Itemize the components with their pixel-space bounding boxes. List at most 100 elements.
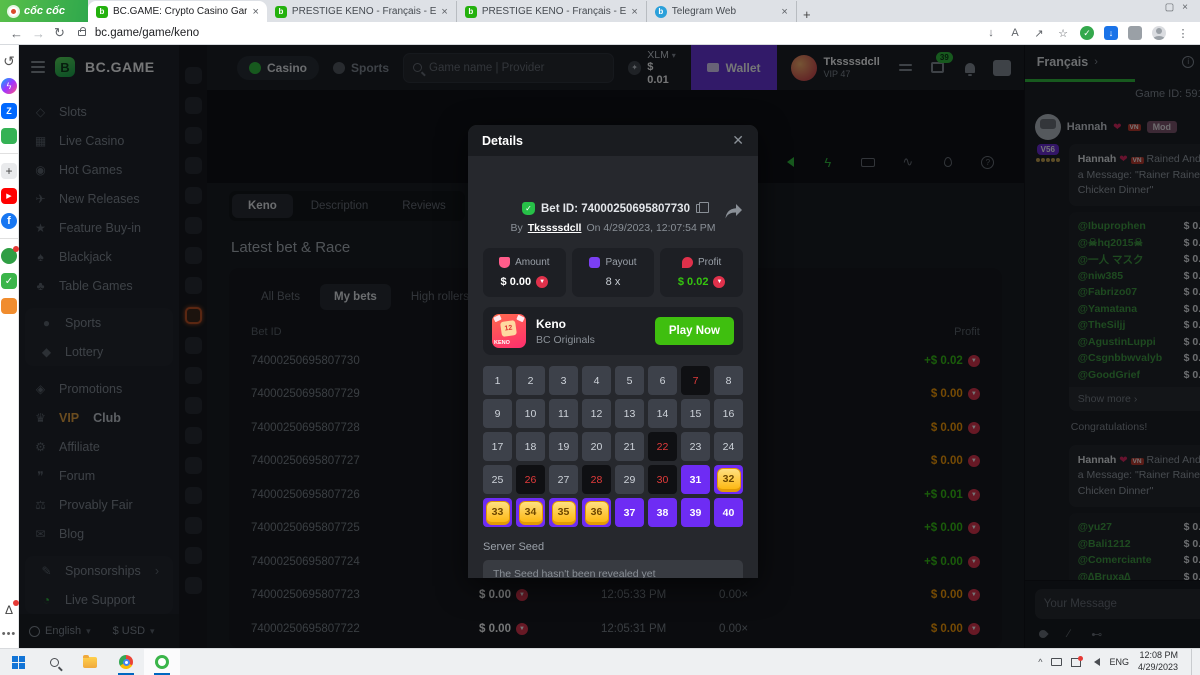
keno-tile: 29 bbox=[615, 465, 644, 494]
keno-tile-number: 12 bbox=[591, 408, 603, 420]
addressbar-icons: ↓ A ↗ ☆ ✓ ↓ ⋮ bbox=[984, 26, 1190, 40]
keno-tile: 17 bbox=[483, 432, 512, 461]
coccoc-sidebar-icon[interactable] bbox=[1, 298, 17, 314]
stat-label: Amount bbox=[515, 257, 549, 268]
stat-box: Amount $ 0.00 ▼ bbox=[483, 248, 566, 297]
tab-close-icon[interactable]: × bbox=[781, 6, 787, 18]
coccoc-sidebar-icon[interactable] bbox=[1, 248, 17, 264]
browser-tab[interactable]: b PRESTIGE KENO - Français - E × bbox=[267, 1, 457, 22]
profile-avatar-icon[interactable] bbox=[1152, 26, 1166, 40]
keno-tile-number: 1 bbox=[495, 375, 501, 387]
keno-tile-number: 31 bbox=[690, 474, 702, 486]
keno-tile-number: 9 bbox=[495, 408, 501, 420]
window-controls[interactable]: ▢× bbox=[1165, 2, 1196, 13]
coccoc-sidebar-icon[interactable]: ϟ bbox=[1, 78, 17, 94]
coccoc-sidebar-icon[interactable]: ✓ bbox=[1, 273, 17, 289]
browser-tab[interactable]: b PRESTIGE KENO - Français - E × bbox=[457, 1, 647, 22]
chrome-icon[interactable] bbox=[108, 649, 144, 675]
keno-tile: 2 bbox=[516, 366, 545, 395]
keno-tile-number: 32 bbox=[717, 468, 741, 492]
by-label: By bbox=[511, 222, 523, 234]
game-provider[interactable]: BC Originals bbox=[536, 334, 595, 346]
start-button[interactable] bbox=[0, 649, 36, 675]
taskbar-search-icon[interactable] bbox=[36, 649, 72, 675]
share-icon[interactable]: ↗ bbox=[1032, 26, 1046, 40]
coccoc-sidebar-icon[interactable] bbox=[0, 153, 18, 154]
stat-box: Profit $ 0.02 ▼ bbox=[660, 248, 743, 297]
translate-icon[interactable]: A bbox=[1008, 26, 1022, 40]
tab-close-icon[interactable]: × bbox=[631, 6, 637, 18]
keno-tile: 14 bbox=[648, 399, 677, 428]
keno-tile-number: 28 bbox=[591, 474, 603, 486]
play-now-button[interactable]: Play Now bbox=[655, 317, 734, 345]
coccoc-sidebar-icon[interactable]: ↺ bbox=[1, 53, 17, 69]
keno-tile-number: 27 bbox=[558, 474, 570, 486]
show-desktop-button[interactable] bbox=[1191, 649, 1196, 675]
file-explorer-icon[interactable] bbox=[72, 649, 108, 675]
keno-tile-number: 35 bbox=[552, 501, 576, 525]
network-icon[interactable] bbox=[1051, 658, 1062, 666]
system-tray: ^ ENG 12:08 PM 4/29/2023 bbox=[1038, 649, 1200, 675]
download-icon[interactable]: ↓ bbox=[984, 26, 998, 40]
keno-tile: 32 bbox=[714, 465, 743, 494]
new-tab-button[interactable]: + bbox=[797, 7, 817, 22]
bet-id-value: Bet ID: 74000250695807730 bbox=[541, 203, 690, 215]
keno-tile-number: 39 bbox=[690, 507, 702, 519]
lock-icon[interactable] bbox=[78, 30, 86, 36]
reload-icon[interactable]: ↻ bbox=[54, 25, 65, 41]
coccoc-sidebar-icon[interactable]: f bbox=[1, 213, 17, 229]
forward-icon[interactable]: → bbox=[32, 26, 45, 41]
extensions-puzzle-icon[interactable] bbox=[1128, 26, 1142, 40]
coccoc-sidebar: ↺ ϟ Z + ▶ f bbox=[0, 45, 19, 648]
keno-tile: 35 bbox=[549, 498, 578, 527]
keno-tile: 22 bbox=[648, 432, 677, 461]
coccoc-sidebar-icon[interactable]: Z bbox=[1, 103, 17, 119]
modal-close-icon[interactable]: ✕ bbox=[732, 132, 744, 149]
keno-tile: 7 bbox=[681, 366, 710, 395]
browser-tab[interactable]: b Telegram Web × bbox=[647, 1, 797, 22]
copy-icon[interactable] bbox=[696, 204, 704, 213]
coccoc-sidebar-icon[interactable] bbox=[0, 238, 18, 239]
tab-title: PRESTIGE KENO - Français - E bbox=[482, 6, 626, 17]
notifications-bell-icon[interactable]: Δ bbox=[1, 602, 17, 618]
coccoc-sidebar-icon[interactable] bbox=[1, 128, 17, 144]
tab-title: BC.GAME: Crypto Casino Gar bbox=[113, 6, 247, 17]
tab-close-icon[interactable]: × bbox=[441, 6, 447, 18]
coccoc-sidebar-icon[interactable]: ▶ bbox=[1, 188, 17, 204]
input-language[interactable]: ENG bbox=[1109, 657, 1129, 667]
action-center-icon[interactable] bbox=[1071, 658, 1081, 667]
modal-title: Details bbox=[482, 134, 523, 148]
coccoc-sidebar-icon[interactable]: + bbox=[1, 163, 17, 179]
clock[interactable]: 12:08 PM 4/29/2023 bbox=[1138, 650, 1182, 673]
tab-close-icon[interactable]: × bbox=[252, 6, 258, 18]
keno-tile-number: 21 bbox=[624, 441, 636, 453]
more-dots-icon[interactable]: ••• bbox=[1, 626, 17, 642]
tray-expand-icon[interactable]: ^ bbox=[1038, 657, 1042, 667]
keno-tile: 1 bbox=[483, 366, 512, 395]
share-icon[interactable] bbox=[725, 204, 742, 224]
stat-label: Payout bbox=[605, 257, 636, 268]
stat-value: $ 0.00 bbox=[501, 276, 532, 288]
back-icon[interactable]: ← bbox=[10, 26, 23, 41]
url-text[interactable]: bc.game/game/keno bbox=[95, 27, 975, 39]
bookmark-star-icon[interactable]: ☆ bbox=[1056, 26, 1070, 40]
coccoc-icon[interactable] bbox=[144, 649, 180, 675]
volume-icon[interactable] bbox=[1090, 658, 1100, 666]
browser-tab[interactable]: b BC.GAME: Crypto Casino Gar × bbox=[88, 1, 267, 22]
keno-tile: 13 bbox=[615, 399, 644, 428]
tray-date: 4/29/2023 bbox=[1138, 662, 1178, 674]
browser-menu-icon[interactable]: ⋮ bbox=[1176, 26, 1190, 40]
by-row: By Tkssssdcll On 4/29/2023, 12:07:54 PM bbox=[483, 222, 743, 234]
server-seed-value: The Seed hasn't been revealed yet bbox=[483, 560, 743, 578]
download-manager-icon[interactable]: ↓ bbox=[1104, 26, 1118, 40]
bet-details-modal: Details ✕ ✓ Bet ID: 74000250695807730 By… bbox=[468, 125, 758, 578]
keno-tile: 9 bbox=[483, 399, 512, 428]
tab-favicon: b bbox=[96, 6, 108, 18]
player-link[interactable]: Tkssssdcll bbox=[528, 222, 582, 234]
keno-tile-number: 5 bbox=[627, 375, 633, 387]
keno-tile-number: 4 bbox=[594, 375, 600, 387]
keno-tile-number: 10 bbox=[525, 408, 537, 420]
coccoc-extension-icon[interactable]: ✓ bbox=[1080, 26, 1094, 40]
keno-tile-number: 15 bbox=[690, 408, 702, 420]
keno-tile-number: 37 bbox=[624, 507, 636, 519]
